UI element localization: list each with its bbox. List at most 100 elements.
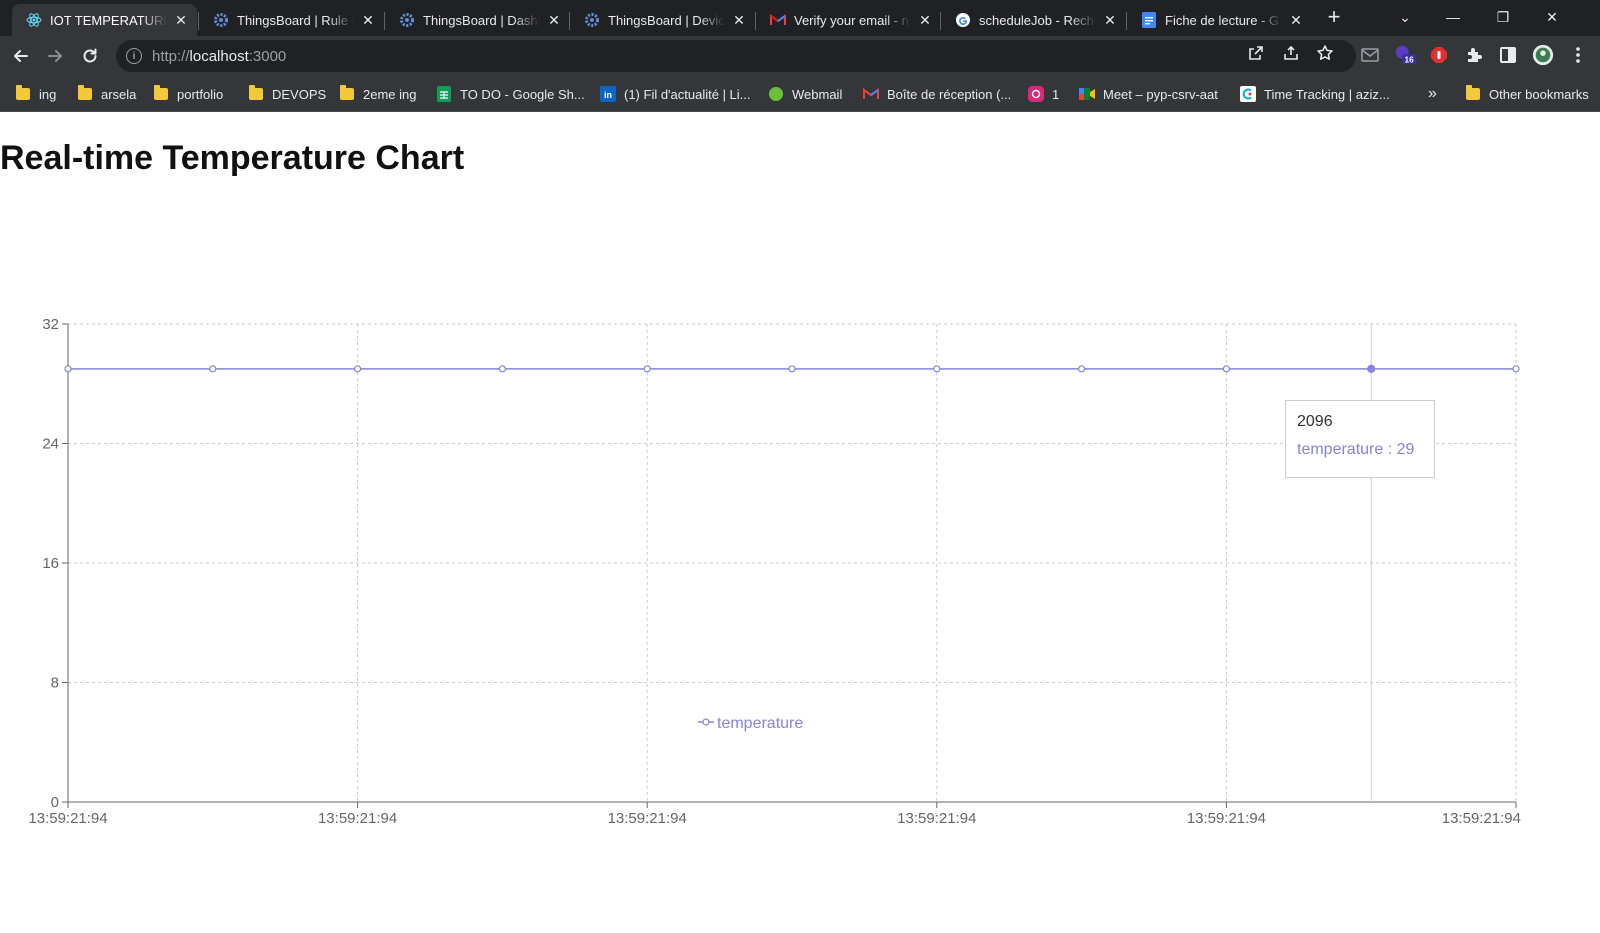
close-icon[interactable]: ✕ [546,12,562,28]
bookmark-item[interactable]: 2eme ing [339,85,416,103]
bookmark-label: Boîte de réception (... [887,86,1012,102]
adblock-icon[interactable] [1428,44,1450,66]
bookmark-item[interactable]: Meet – pyp-csrv-aat [1079,85,1218,103]
data-point [64,365,72,373]
data-point [643,365,651,373]
tab-separator [755,12,756,30]
reload-icon [83,48,97,63]
minimize-icon[interactable]: — [1430,0,1476,34]
tab-search-chevron-icon[interactable]: ⌄ [1382,0,1428,34]
tooltip-value: temperature : 29 [1297,441,1415,458]
bookmark-item[interactable]: Boîte de réception (... [863,85,1011,103]
tab-3[interactable]: ThingsBoard | Dashb ✕ [385,4,570,36]
tab-separator [198,12,199,30]
tab-6[interactable]: scheduleJob - Reche ✕ [941,4,1126,36]
google-icon [955,12,971,28]
tab-separator [940,12,941,30]
side-panel-icon[interactable] [1497,44,1519,66]
close-icon[interactable]: ✕ [731,12,747,28]
x-tick-label: 13:59:21:94 [318,810,397,827]
tab-2[interactable]: ThingsBoard | Rule c ✕ [199,4,384,36]
react-icon [26,12,42,28]
profile-avatar-icon[interactable] [1532,44,1554,66]
tab-1[interactable]: IOT TEMPERATURE S ✕ [12,4,197,36]
extensions-puzzle-icon[interactable] [1463,44,1485,66]
bookmark-star-icon[interactable] [1316,44,1334,62]
gmail-icon [863,86,879,102]
close-icon[interactable]: ✕ [917,12,933,28]
bookmark-item[interactable]: arsela [77,85,136,103]
y-tick-label: 0 [51,794,59,811]
other-bookmarks-folder[interactable]: Other bookmarks [1465,85,1589,103]
tab-title: ThingsBoard | Devic [608,12,725,28]
close-icon[interactable]: ✕ [1288,12,1304,28]
close-icon[interactable]: ✕ [1102,12,1118,28]
legend-marker-icon [702,718,710,726]
folder-icon [77,85,93,102]
bookmarks-overflow-button[interactable]: » [1428,85,1437,103]
overflow-chevron-icon: » [1428,85,1437,102]
arrow-right-icon [48,50,62,62]
reload-button[interactable] [76,42,104,70]
folder-icon [153,85,169,102]
bookmark-label: Time Tracking | aziz... [1264,86,1390,102]
mail-extension-icon[interactable] [1359,44,1381,66]
extension-badge-icon[interactable]: 16 [1394,44,1416,66]
new-tab-button[interactable]: + [1322,6,1346,30]
tab-4[interactable]: ThingsBoard | Devic ✕ [570,4,755,36]
bookmark-item[interactable]: ing [15,85,56,103]
y-tick-label: 32 [42,316,59,333]
x-tick-label: 13:59:21:94 [28,810,107,827]
data-point [354,365,362,373]
legend-label: temperature [717,715,803,732]
share-icon[interactable] [1282,44,1300,62]
bookmark-item[interactable]: in (1) Fil d'actualité | Li... [600,85,751,103]
clockify-icon [1240,86,1256,102]
window-close-icon[interactable]: ✕ [1529,0,1575,34]
other-bookmarks-label: Other bookmarks [1489,86,1589,102]
bookmark-label: ing [39,86,57,102]
data-point [788,365,796,373]
bookmark-item[interactable]: Webmail [768,85,842,103]
data-point [1512,365,1520,373]
bookmarks-bar: » Other bookmarks ing arsela portfolio DEVO… [0,76,1600,112]
back-button[interactable] [7,42,35,70]
tab-5[interactable]: Verify your email - n ✕ [756,4,941,36]
page-content: Real-time Temperature Chart 0 8 16 24 32 13:5… [0,112,1600,933]
x-tick-label: 13:59:21:94 [1187,810,1266,827]
data-point [1077,365,1086,373]
site-info-icon[interactable]: i [126,48,142,64]
thingsboard-icon [399,12,415,28]
bookmark-label: 1 [1052,86,1060,102]
tab-7[interactable]: Fiche de lecture - G ✕ [1127,4,1312,36]
bookmark-item[interactable]: DEVOPS [248,85,326,103]
svg-text:in: in [604,90,612,100]
tab-separator [1126,12,1127,30]
tab-separator [569,12,570,30]
open-in-app-icon[interactable] [1247,44,1265,62]
bookmark-label: TO DO - Google Sh... [460,86,585,102]
address-bar[interactable]: i http://localhost:3000 [116,40,1356,72]
bookmark-label: Webmail [792,86,843,102]
bookmark-item[interactable]: TO DO - Google Sh... [436,85,585,103]
temperature-line-chart[interactable]: 0 8 16 24 32 13:59:21:94 13:59:21:94 13:59:21:9… [0,112,1600,933]
url-text: http://localhost:3000 [152,47,287,65]
restore-icon[interactable]: ❐ [1480,0,1526,34]
folder-icon [248,85,264,102]
close-icon[interactable]: ✕ [173,12,189,28]
bookmark-item[interactable]: 1 [1028,85,1059,103]
browser-menu-icon[interactable] [1567,44,1589,66]
bookmark-item[interactable]: Time Tracking | aziz... [1240,85,1390,103]
chart-tooltip: 2096 temperature : 29 [1285,400,1435,478]
browser-toolbar: i http://localhost:3000 16 [0,36,1600,76]
x-tick-label: 13:59:21:94 [897,810,976,827]
bookmark-label: DEVOPS [272,86,327,102]
folder-icon [15,85,31,102]
sheets-icon [436,86,452,102]
x-tick-label: 13:59:21:94 [608,810,687,827]
forward-button[interactable] [41,42,69,70]
tab-title: ThingsBoard | Rule c [237,12,354,28]
close-icon[interactable]: ✕ [360,12,376,28]
bookmark-item[interactable]: portfolio [153,85,223,103]
folder-icon [1465,85,1481,102]
